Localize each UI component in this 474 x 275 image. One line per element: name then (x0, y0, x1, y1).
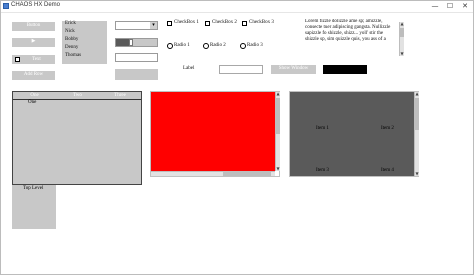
radio-2[interactable] (203, 43, 209, 49)
black-color-box (323, 65, 367, 74)
minimize-icon[interactable]: — (428, 1, 442, 12)
list-item[interactable]: Bobby (65, 37, 78, 42)
checkbox-3[interactable] (242, 21, 247, 26)
scroll-thumb[interactable] (223, 172, 271, 176)
scroll-down-icon[interactable]: ▼ (400, 52, 404, 56)
names-list[interactable]: Erick Nick Bobby Denny Thomas (62, 21, 107, 64)
item-grid: Item 1 Item 2 Item 3 Item 4 (290, 92, 414, 176)
column-header[interactable]: One (13, 92, 56, 99)
radio-2-label: Radio 2 (210, 43, 226, 48)
grid-item[interactable]: Item 1 (316, 126, 329, 131)
red-canvas (151, 92, 275, 171)
text-area[interactable]: Lorem fizzle dolizzle ame sp; amizzle, c… (304, 19, 405, 62)
scroll-thumb[interactable] (415, 98, 419, 130)
list-item[interactable]: Nick (65, 29, 75, 34)
item-grid-panel[interactable]: Item 1 Item 2 Item 3 Item 4 ▲ ▼ (289, 91, 419, 177)
list-item[interactable]: Thomas (65, 53, 81, 58)
show-window-button[interactable]: Show Window (271, 65, 316, 74)
horizontal-scrollbar[interactable] (151, 171, 275, 176)
scroll-up-icon[interactable]: ▲ (276, 92, 280, 96)
field-label: Label (183, 66, 195, 71)
progress-bar (115, 53, 158, 62)
maximize-icon[interactable]: ☐ (443, 1, 457, 12)
scroll-thumb[interactable] (276, 98, 280, 134)
toggle-label: Text (32, 57, 41, 62)
blank-panel (115, 69, 158, 80)
checkbox-2-label: CheckBox 2 (212, 20, 237, 25)
radio-3-label: Radio 3 (247, 43, 263, 48)
tree-item-top-level[interactable]: Top Level (23, 186, 43, 191)
list-item[interactable]: Denny (65, 45, 78, 50)
add-row-button[interactable]: Add Row (12, 71, 55, 80)
radio-1[interactable] (167, 43, 173, 49)
radio-3[interactable] (240, 43, 246, 49)
table-header: One Two Three (13, 92, 141, 99)
red-scroll-panel[interactable]: ▲ ▼ (150, 91, 280, 177)
app-icon (3, 3, 9, 9)
text-input[interactable] (219, 65, 263, 74)
vertical-scrollbar[interactable]: ▲ ▼ (414, 92, 419, 176)
play-icon: ▶ (31, 39, 36, 44)
button[interactable]: Button (12, 22, 55, 31)
radio-1-label: Radio 1 (174, 43, 190, 48)
combo-box[interactable]: ▾ (115, 21, 158, 30)
scroll-down-icon[interactable]: ▼ (276, 167, 280, 171)
tree-panel[interactable]: Top Level (12, 185, 56, 229)
table-cell: One (28, 100, 37, 105)
checkbox-1[interactable] (167, 21, 172, 26)
text-area-scrollbar[interactable]: ▲ ▼ (399, 22, 404, 56)
column-header[interactable]: Three (99, 92, 141, 99)
vertical-scrollbar[interactable]: ▲ ▼ (275, 92, 280, 171)
close-icon[interactable]: ✕ (458, 1, 472, 12)
slider-fill (116, 39, 130, 46)
play-button[interactable]: ▶ (12, 38, 55, 47)
slider-handle[interactable] (129, 39, 133, 46)
data-table[interactable]: One Two Three One (12, 91, 142, 185)
scroll-thumb[interactable] (400, 28, 404, 37)
text-toggle[interactable]: Text (12, 55, 55, 64)
scroll-up-icon[interactable]: ▲ (400, 22, 404, 26)
grid-item[interactable]: Item 2 (381, 126, 394, 131)
grid-item[interactable]: Item 4 (381, 168, 394, 173)
toggle-checkbox[interactable] (15, 57, 20, 62)
chevron-down-icon[interactable]: ▾ (150, 22, 157, 29)
grid-item[interactable]: Item 3 (316, 168, 329, 173)
window-title: CHAOS HX Demo (11, 2, 61, 8)
list-item[interactable]: Erick (65, 21, 76, 26)
scroll-up-icon[interactable]: ▲ (415, 92, 419, 96)
scroll-down-icon[interactable]: ▼ (415, 172, 419, 176)
checkbox-3-label: CheckBox 3 (249, 20, 274, 25)
column-header[interactable]: Two (56, 92, 99, 99)
slider[interactable] (115, 38, 158, 47)
table-row[interactable]: One (13, 99, 141, 107)
text-area-content: Lorem fizzle dolizzle ame sp; amizzle, c… (305, 19, 391, 42)
title-bar[interactable] (1, 1, 473, 13)
checkbox-2[interactable] (205, 21, 210, 26)
checkbox-1-label: CheckBox 1 (174, 20, 199, 25)
